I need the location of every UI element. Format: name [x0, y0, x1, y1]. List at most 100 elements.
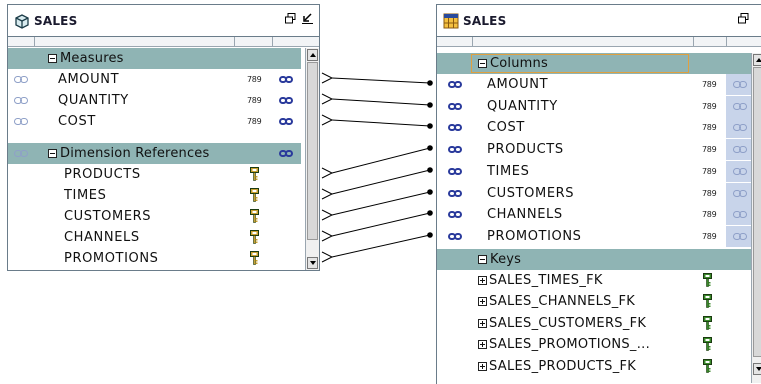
numeric-type-icon: 789	[702, 102, 717, 111]
cube-panel-titlebar[interactable]: SALES	[8, 5, 319, 37]
foreign-key-row[interactable]: SALES_PROMOTIONS_...	[437, 334, 753, 355]
expand-key-icon[interactable]	[478, 319, 487, 328]
dimension-reference-label: PRODUCTS	[64, 167, 141, 182]
column-label: QUANTITY	[487, 99, 558, 114]
numeric-type-icon: 789	[702, 232, 717, 241]
dimension-reference-row[interactable]: PROMOTIONS	[8, 248, 301, 269]
connector-arrowhead	[321, 251, 334, 263]
section-columns[interactable]: Columns	[437, 53, 753, 74]
expand-key-icon[interactable]	[478, 340, 487, 349]
link-icon	[448, 211, 462, 218]
connector-endpoint	[427, 232, 433, 238]
measure-row[interactable]: AMOUNT 789	[8, 69, 301, 90]
connector-endpoint	[427, 167, 433, 173]
collapse-measures-icon[interactable]	[48, 54, 57, 63]
section-label: Dimension References	[60, 146, 210, 161]
connector-line[interactable]	[331, 98, 431, 106]
expand-key-icon[interactable]	[478, 276, 487, 285]
connector-line[interactable]	[331, 212, 431, 237]
section-measures[interactable]: Measures	[8, 48, 301, 69]
column-row[interactable]: AMOUNT 789	[437, 74, 753, 95]
foreign-key-row[interactable]: SALES_TIMES_FK	[437, 270, 753, 291]
table-panel-sales[interactable]: SALES Columns AMOUNT 789 QUANTITY 789 CO…	[436, 4, 761, 384]
foreign-key-label: SALES_PROMOTIONS_...	[489, 337, 651, 352]
measure-row[interactable]: QUANTITY 789	[8, 90, 301, 111]
link-icon	[733, 103, 747, 110]
connector-arrowhead	[321, 188, 334, 200]
scroll-thumb[interactable]	[307, 62, 318, 240]
column-row[interactable]: TIMES 789	[437, 161, 753, 182]
table-panel-titlebar[interactable]: SALES	[437, 5, 761, 37]
link-icon	[448, 168, 462, 175]
key-icon	[703, 337, 712, 351]
column-row[interactable]: PROMOTIONS 789	[437, 226, 753, 247]
column-row[interactable]: CHANNELS 789	[437, 204, 753, 225]
key-icon	[250, 167, 259, 181]
column-label: PROMOTIONS	[487, 229, 582, 244]
section-dimension-references[interactable]: Dimension References	[8, 143, 301, 164]
dimension-reference-label: PROMOTIONS	[64, 251, 159, 266]
connector-arrowhead	[321, 72, 334, 84]
collapse-columns-icon[interactable]	[478, 59, 487, 68]
foreign-key-row[interactable]: SALES_PRODUCTS_FK	[437, 356, 753, 377]
table-panel-scrollbar[interactable]	[751, 53, 761, 383]
numeric-type-icon: 789	[702, 145, 717, 154]
restore-window-icon[interactable]	[738, 13, 749, 24]
connector-arrowhead	[321, 93, 334, 105]
connector-line[interactable]	[331, 169, 431, 195]
section-keys[interactable]: Keys	[437, 249, 753, 270]
key-icon	[703, 273, 712, 287]
scroll-down-button[interactable]	[753, 363, 761, 375]
collapse-keys-icon[interactable]	[478, 255, 487, 264]
measure-row[interactable]: COST 789	[8, 111, 301, 132]
key-icon	[250, 251, 259, 265]
foreign-key-row[interactable]: SALES_CUSTOMERS_FK	[437, 313, 753, 334]
foreign-key-label: SALES_CHANNELS_FK	[489, 294, 636, 309]
link-icon	[14, 150, 28, 157]
link-icon	[14, 97, 28, 104]
scroll-thumb[interactable]	[753, 67, 761, 357]
cube-panel-scrollbar[interactable]	[305, 48, 319, 270]
dimension-reference-row[interactable]: PRODUCTS	[8, 164, 301, 185]
collapse-dimension-references-icon[interactable]	[48, 149, 57, 158]
dimension-reference-row[interactable]: CHANNELS	[8, 227, 301, 248]
dimension-reference-row[interactable]: CUSTOMERS	[8, 206, 301, 227]
dimension-reference-label: CUSTOMERS	[64, 209, 152, 224]
connector-endpoint	[427, 145, 433, 151]
column-row[interactable]: CUSTOMERS 789	[437, 183, 753, 204]
dimension-reference-row[interactable]: TIMES	[8, 185, 301, 206]
connector-endpoint	[427, 123, 433, 129]
link-icon	[733, 233, 747, 240]
connector-line[interactable]	[331, 119, 431, 127]
link-icon	[448, 103, 462, 110]
measure-label: COST	[58, 114, 96, 129]
expand-key-icon[interactable]	[478, 297, 487, 306]
column-row[interactable]: COST 789	[437, 117, 753, 138]
scroll-up-button[interactable]	[753, 54, 761, 66]
column-row[interactable]: QUANTITY 789	[437, 96, 753, 117]
link-icon	[448, 233, 462, 240]
key-icon	[703, 294, 712, 308]
key-icon	[250, 209, 259, 223]
minimize-window-icon[interactable]	[302, 13, 313, 24]
connector-line[interactable]	[331, 77, 431, 84]
column-header-strip	[8, 37, 319, 47]
key-icon	[703, 316, 712, 330]
dimension-reference-label: TIMES	[64, 188, 107, 203]
scroll-up-button[interactable]	[307, 49, 318, 61]
expand-key-icon[interactable]	[478, 362, 487, 371]
cube-panel-title: SALES	[34, 14, 78, 28]
connector-line[interactable]	[331, 191, 431, 216]
column-row[interactable]: PRODUCTS 789	[437, 139, 753, 160]
foreign-key-row[interactable]: SALES_CHANNELS_FK	[437, 291, 753, 312]
restore-window-icon[interactable]	[285, 13, 296, 24]
connector-line[interactable]	[331, 147, 431, 174]
column-label: COST	[487, 120, 525, 135]
measure-label: AMOUNT	[58, 72, 120, 87]
scroll-down-button[interactable]	[307, 257, 318, 269]
key-icon	[250, 188, 259, 202]
connector-arrowhead	[321, 167, 334, 179]
connector-line[interactable]	[331, 234, 431, 258]
cube-panel-sales[interactable]: SALES Measures AMOUNT 789 QUANTITY 789 C…	[7, 4, 320, 271]
column-label: AMOUNT	[487, 77, 549, 92]
